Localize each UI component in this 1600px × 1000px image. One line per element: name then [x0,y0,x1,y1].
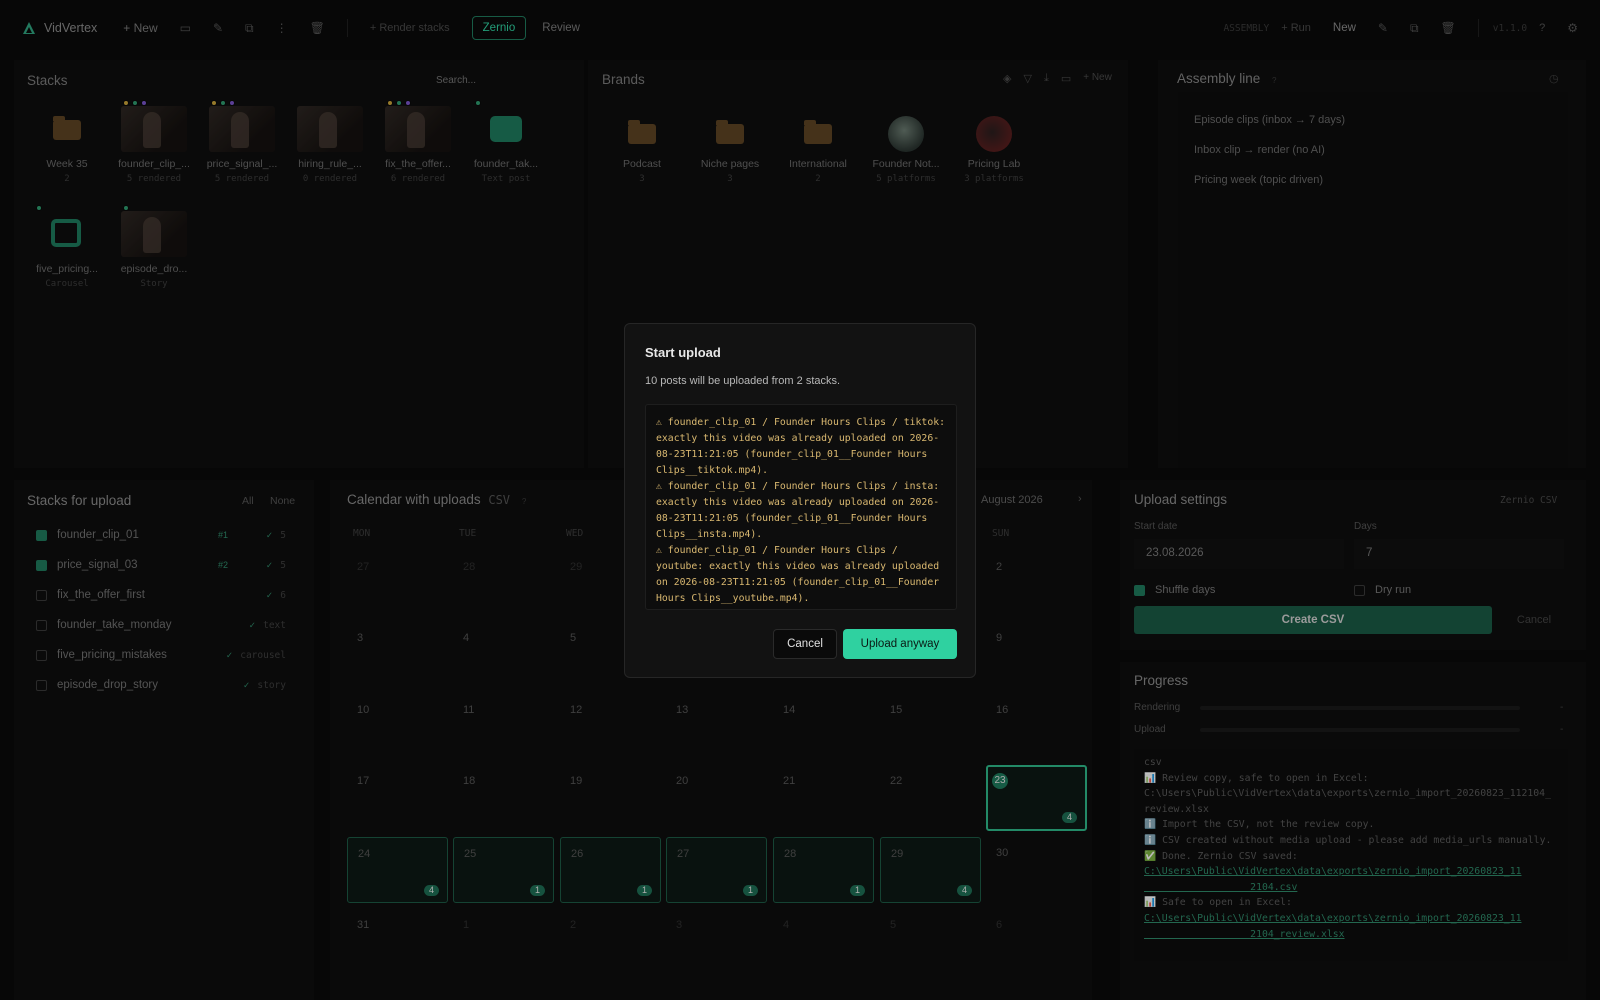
dialog-summary: 10 posts will be uploaded from 2 stacks. [645,375,841,387]
warnings-list[interactable]: ⚠ founder_clip_01 / Founder Hours Clips … [645,404,957,610]
start-upload-dialog: Start upload 10 posts will be uploaded f… [624,323,976,678]
dialog-cancel-button[interactable]: Cancel [773,629,837,659]
dialog-title: Start upload [645,345,721,360]
duplicate-warning: ⚠ founder_clip_01 / Marketing Lines / ti… [656,607,946,609]
duplicate-warning: ⚠ founder_clip_01 / Founder Hours Clips … [656,417,946,476]
duplicate-warning: ⚠ founder_clip_01 / Founder Hours Clips … [656,481,940,540]
duplicate-warning: ⚠ founder_clip_01 / Founder Hours Clips … [656,545,940,604]
upload-anyway-button[interactable]: Upload anyway [843,629,957,659]
